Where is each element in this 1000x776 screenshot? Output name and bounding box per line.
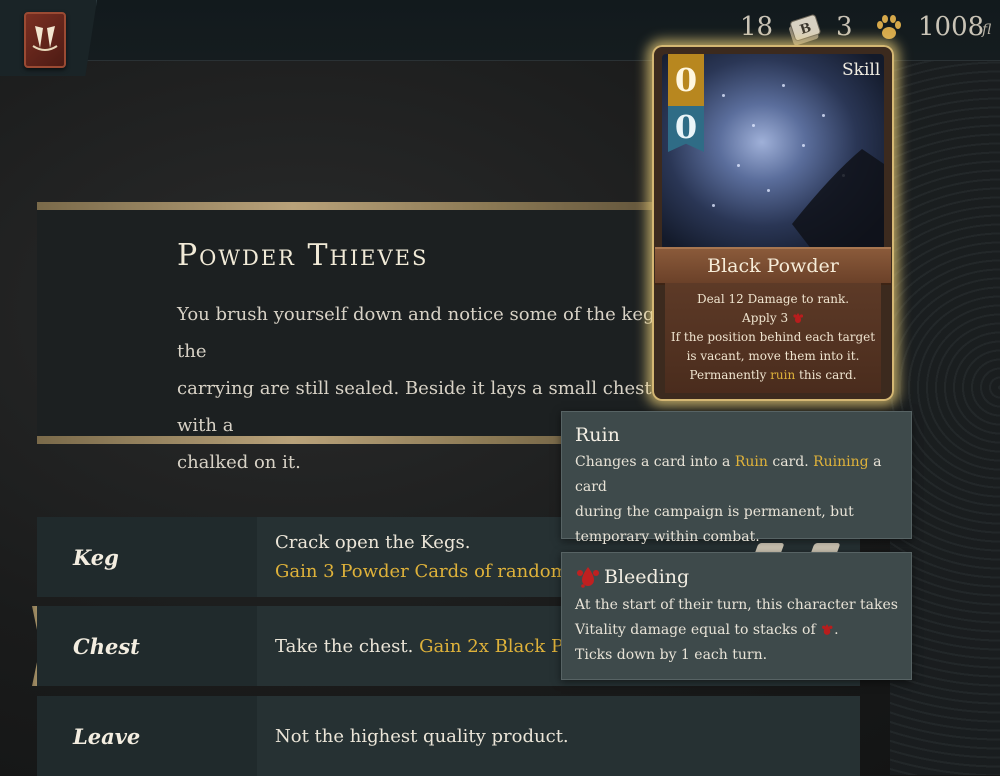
card-cost-bottom: 0 — [668, 106, 704, 152]
deck-icon[interactable] — [24, 12, 66, 68]
tooltip-title: Ruin — [575, 424, 620, 446]
card-text-line: If the position behind each target — [670, 330, 876, 344]
tooltip-body: Changes a card into a Ruin card. Ruining… — [575, 454, 882, 545]
ruin-keyword: ruin — [770, 368, 796, 382]
choice-text: Not the highest quality product. — [275, 725, 569, 747]
choice-name: Leave — [37, 696, 257, 776]
tooltip-title-text: Bleeding — [604, 566, 690, 588]
event-line: You brush yourself down and notice some … — [177, 304, 664, 362]
cards-count: 18 — [740, 12, 774, 42]
card-text-line: is vacant, move them into it. — [686, 349, 860, 363]
tooltip-title: Bleeding — [575, 565, 898, 589]
card-type: Skill — [842, 60, 881, 80]
choice-name: Chest — [37, 606, 257, 686]
card-cost-top: 0 — [668, 54, 704, 106]
event-title: Powder Thieves — [177, 238, 429, 273]
choice-text: Take the chest. — [275, 635, 420, 657]
card-cost: 0 0 — [668, 54, 704, 152]
card-name: Black Powder — [655, 247, 891, 285]
paw-count: 3 — [836, 12, 853, 42]
card-text-line: Permanently — [689, 368, 771, 382]
tooltip-body: At the start of their turn, this charact… — [575, 597, 898, 663]
card-text-line: Deal 12 Damage to rank. — [696, 292, 850, 306]
blood-drop-icon — [822, 624, 833, 635]
event-border-top — [37, 202, 677, 210]
blood-drop-icon — [577, 567, 599, 588]
card-text-line: Apply 3 — [742, 311, 789, 325]
florins-count: 1008 — [918, 12, 985, 42]
card-text: Deal 12 Damage to rank. Apply 3 If the p… — [665, 290, 881, 385]
card-text-line: this card. — [795, 368, 857, 382]
choice-name: Keg — [37, 517, 257, 597]
fang-icon — [32, 26, 58, 51]
paw-icon — [874, 13, 904, 47]
choice-description: Not the highest quality product. — [275, 696, 855, 776]
florins-unit: fl — [982, 22, 992, 38]
choice-leave[interactable]: Leave Not the highest quality product. — [37, 696, 860, 776]
tooltip-ruin: Ruin Changes a card into a Ruin card. Ru… — [561, 411, 912, 545]
blood-drop-icon — [793, 313, 804, 323]
tooltip-bleeding: Bleeding At the start of their turn, thi… — [561, 552, 912, 680]
